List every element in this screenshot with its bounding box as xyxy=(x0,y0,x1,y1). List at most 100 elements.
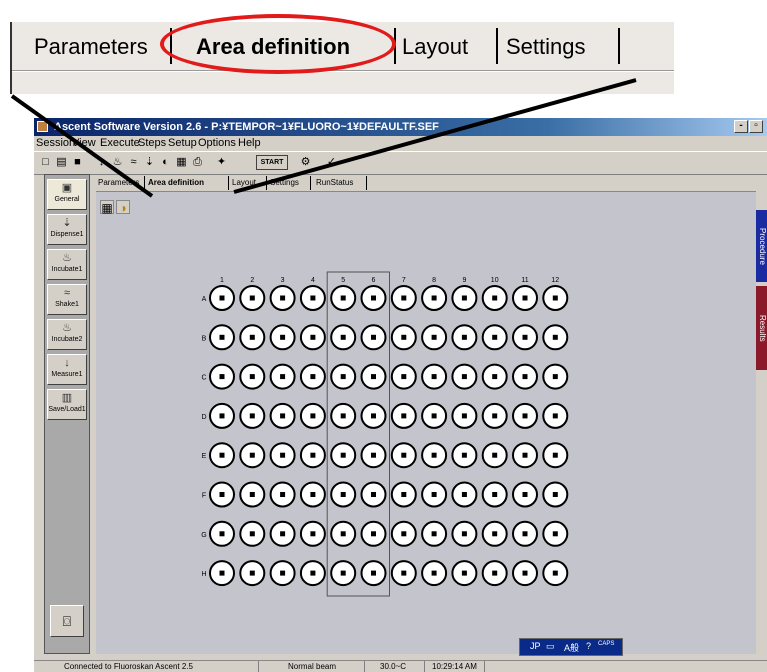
start-button[interactable]: START xyxy=(256,155,288,170)
save-icon[interactable]: ■ xyxy=(70,155,85,170)
right-side-tabs: Procedure Results xyxy=(756,210,767,390)
well-center-mark xyxy=(552,295,558,301)
menu-steps[interactable]: Steps xyxy=(138,137,166,149)
column-label: 7 xyxy=(402,277,406,284)
print-icon[interactable]: ⎙ xyxy=(190,155,205,170)
tab-area-definition[interactable]: Area definition xyxy=(148,178,204,187)
grid-icon[interactable]: ▦ xyxy=(174,155,189,170)
menu-options[interactable]: Options xyxy=(198,137,236,149)
check-icon[interactable]: ✓ xyxy=(324,155,339,170)
maximize-button[interactable]: ▫ xyxy=(749,120,763,133)
well-center-mark xyxy=(401,413,407,419)
tab-settings[interactable]: Settings xyxy=(270,178,299,187)
well-center-mark xyxy=(522,570,528,576)
well-center-mark xyxy=(310,570,316,576)
status-time: 10:29:14 AM xyxy=(432,662,477,671)
well-center-mark xyxy=(371,374,376,380)
row-label: G xyxy=(201,532,206,539)
incubate-icon[interactable]: ♨ xyxy=(110,155,125,170)
well-center-mark xyxy=(461,413,467,419)
sidebar-item-general[interactable]: ▣ General xyxy=(47,179,87,210)
tab-layout[interactable]: Layout xyxy=(232,178,256,187)
menu-execute[interactable]: Execute xyxy=(100,137,140,149)
wizard-icon[interactable]: ✦ xyxy=(214,155,229,170)
incubate-icon: ♨ xyxy=(62,252,72,264)
well-center-mark xyxy=(340,570,346,576)
menu-session[interactable]: Session xyxy=(36,137,75,149)
well-center-mark xyxy=(461,531,467,537)
tab-separator xyxy=(144,176,145,190)
keyboard-icon[interactable]: ▭ xyxy=(546,641,555,652)
menu-setup[interactable]: Setup xyxy=(168,137,197,149)
well-center-mark xyxy=(280,570,286,576)
status-temperature: 30.0~C xyxy=(380,662,407,671)
well-center-mark xyxy=(461,570,467,576)
column-label: 6 xyxy=(372,277,376,284)
run-icon[interactable]: ⚙ xyxy=(298,155,313,170)
well-center-mark xyxy=(280,413,286,419)
dispense-icon[interactable]: ⇣ xyxy=(142,155,157,170)
database-button[interactable]: ⌼ xyxy=(50,605,84,637)
well-center-mark xyxy=(340,531,346,537)
menu-bar: Session View Execute Steps Setup Options… xyxy=(34,136,767,151)
well-center-mark xyxy=(249,413,255,419)
measure-icon[interactable]: ↓ xyxy=(94,155,109,170)
open-icon[interactable]: ▤ xyxy=(54,155,69,170)
well-center-mark xyxy=(371,492,376,497)
status-bar: Connected to Fluoroskan Ascent 2.5 Norma… xyxy=(34,660,767,672)
minimize-button[interactable]: - xyxy=(734,120,748,133)
well-center-mark xyxy=(249,295,255,301)
well-center-mark xyxy=(280,452,286,458)
procedure-tab[interactable]: Procedure xyxy=(756,210,767,282)
zoom-tab-baseline xyxy=(12,70,674,72)
well-center-mark xyxy=(310,334,316,340)
column-label: 12 xyxy=(551,277,559,284)
well-center-mark xyxy=(552,570,558,576)
well-center-mark xyxy=(552,374,558,380)
general-icon: ▣ xyxy=(61,182,73,194)
well-center-mark xyxy=(401,531,407,537)
tab-runstatus[interactable]: RunStatus xyxy=(316,178,353,187)
well-center-mark xyxy=(249,570,255,576)
status-separator xyxy=(364,661,365,672)
menu-help[interactable]: Help xyxy=(238,137,261,149)
sidebar-item-save-load1[interactable]: ▥ Save/Load1 xyxy=(47,389,87,420)
results-tab[interactable]: Results xyxy=(756,286,767,370)
well-center-mark xyxy=(310,531,316,537)
shake-icon[interactable]: ≈ xyxy=(126,155,141,170)
well-plate[interactable]: 1 2 3 4 5 6 7 8 9 10 11 12ABCDEFGH xyxy=(96,192,756,654)
well-icon[interactable]: ◐ xyxy=(158,155,173,170)
ime-mode[interactable]: JP xyxy=(530,641,541,651)
step-sidebar: ▣ General ⇣ Dispense1 ♨ Incubate1 ≈ Shak… xyxy=(44,174,90,654)
ime-text[interactable]: A般 xyxy=(564,641,579,654)
well-center-mark xyxy=(401,452,407,458)
procedure-tab-label: Procedure xyxy=(758,227,767,265)
sidebar-item-label: Incubate1 xyxy=(51,266,83,273)
well-center-mark xyxy=(219,570,225,576)
new-icon[interactable]: □ xyxy=(38,155,53,170)
sidebar-item-shake1[interactable]: ≈ Shake1 xyxy=(47,284,87,315)
sidebar-item-incubate2[interactable]: ♨ Incubate2 xyxy=(47,319,87,350)
status-separator xyxy=(258,661,259,672)
sidebar-item-incubate1[interactable]: ♨ Incubate1 xyxy=(47,249,87,280)
sidebar-item-dispense1[interactable]: ⇣ Dispense1 xyxy=(47,214,87,245)
well-center-mark xyxy=(401,374,407,380)
sidebar-item-measure1[interactable]: ↓ Measure1 xyxy=(47,354,87,385)
zoom-tab-separator xyxy=(496,28,498,64)
column-label: 8 xyxy=(432,277,436,284)
menu-view[interactable]: View xyxy=(72,137,96,149)
selection-rectangle xyxy=(326,271,390,597)
well-center-mark xyxy=(522,374,528,380)
tab-parameters[interactable]: Parameters xyxy=(98,178,139,187)
well-center-mark xyxy=(431,452,437,458)
zoom-tab-settings: Settings xyxy=(506,34,586,59)
well-center-mark xyxy=(461,492,467,497)
well-center-mark xyxy=(401,492,407,497)
toolbar: □ ▤ ■ ↓ ♨ ≈ ⇣ ◐ ▦ ⎙ ✦ START ⚙ ✓ xyxy=(34,151,767,175)
well-center-mark xyxy=(340,452,346,458)
well-center-mark xyxy=(280,334,286,340)
row-label: H xyxy=(201,571,206,578)
well-center-mark xyxy=(249,334,255,340)
well-center-mark xyxy=(552,452,558,458)
help-icon[interactable]: ? xyxy=(586,641,591,651)
